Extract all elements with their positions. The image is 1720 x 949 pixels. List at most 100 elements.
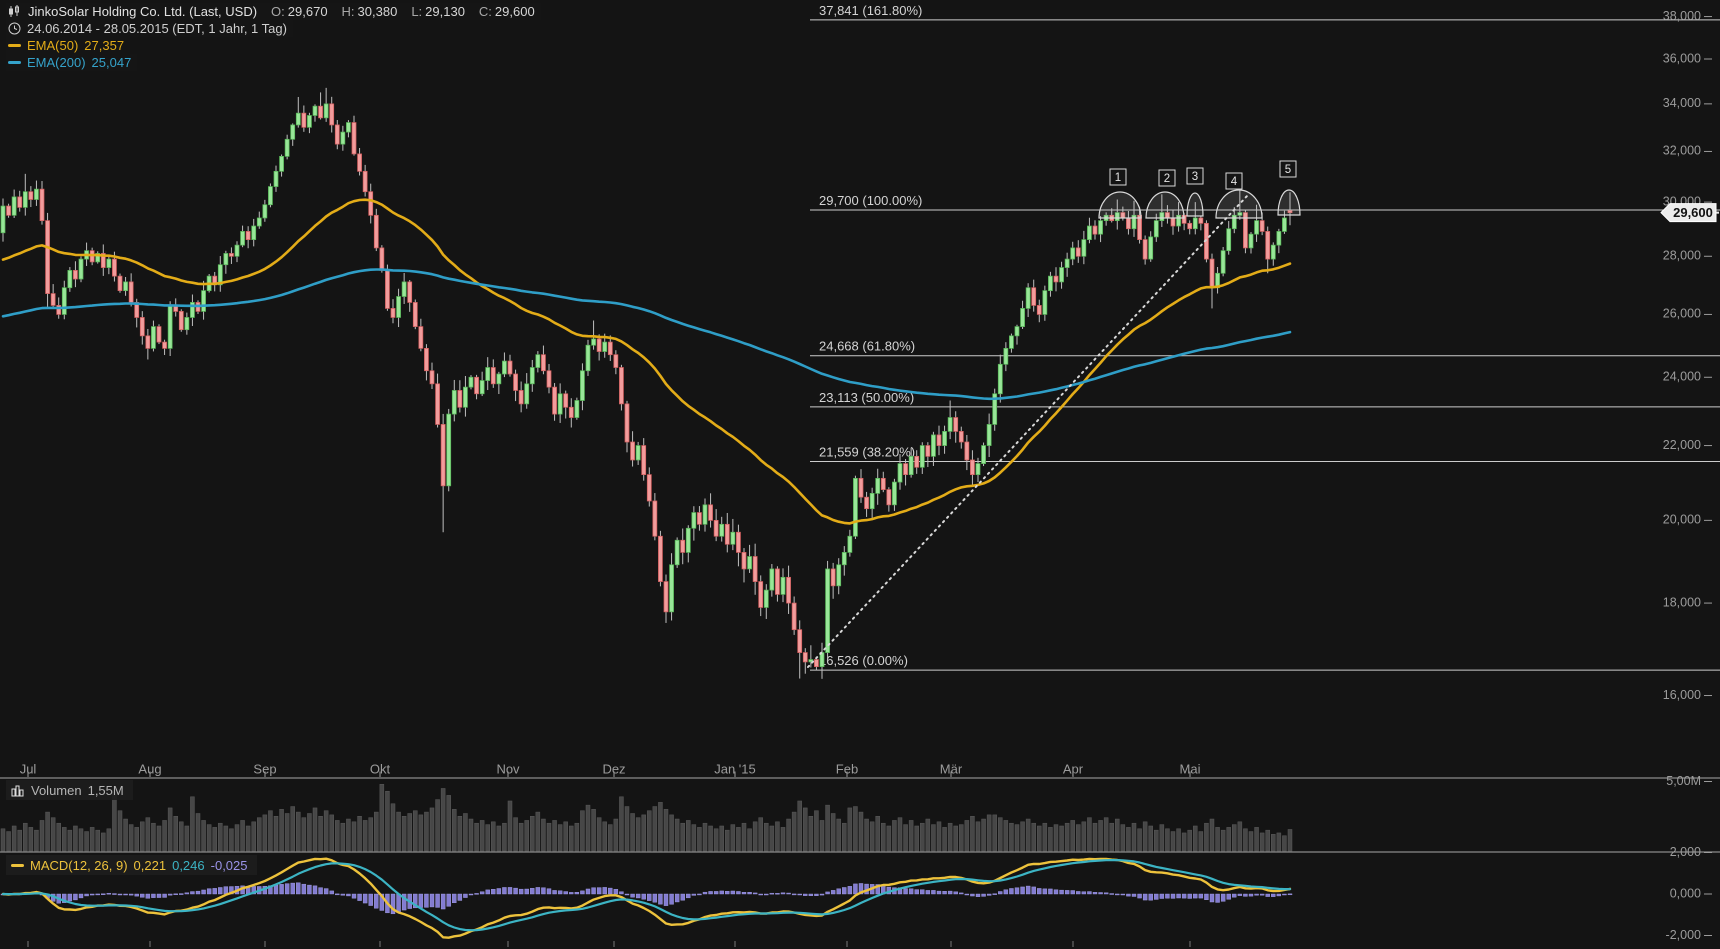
volume-bar (725, 830, 729, 851)
volume-bar (1009, 823, 1013, 851)
candle-body (525, 384, 529, 404)
volume-bar (853, 807, 857, 851)
volume-bar (380, 784, 384, 851)
ema50-legend: EMA(50) 27,357 (6, 37, 130, 54)
svg-text:23,113 (50.00%): 23,113 (50.00%) (819, 390, 914, 405)
candle-body (853, 478, 857, 536)
top-number: 3 (1192, 171, 1198, 183)
volume-bar (146, 818, 150, 851)
candle-body (229, 253, 233, 256)
candle-body (887, 490, 891, 505)
ema200-swatch (8, 61, 21, 64)
volume-bar (931, 825, 935, 851)
candle-body (46, 221, 50, 294)
volume-bar (174, 816, 178, 851)
trendline[interactable] (808, 196, 1247, 667)
candle-body (536, 355, 540, 368)
volume-bar (12, 826, 16, 851)
volume-value: 1,55M (88, 783, 124, 798)
candle-body (358, 154, 362, 171)
candle-body (7, 206, 11, 215)
volume-bar (675, 819, 679, 851)
candle-body (586, 345, 590, 371)
macd-histogram-bar (564, 892, 568, 894)
candle-body (553, 387, 557, 414)
volume-bar (502, 823, 506, 851)
volume-bar (814, 811, 818, 851)
macd-histogram-bar (536, 887, 540, 894)
candle-body (826, 569, 830, 653)
candle-body (592, 339, 596, 345)
svg-text:21,559 (38.20%): 21,559 (38.20%) (819, 444, 915, 459)
volume-bar (876, 816, 880, 851)
volume-bar (62, 827, 66, 851)
volume-bar (29, 827, 33, 851)
ema200-label: EMA(200) (27, 55, 86, 70)
macd-histogram-bar (324, 889, 328, 894)
volume-bar (319, 816, 323, 851)
macd-histogram-bar (1126, 894, 1130, 896)
candle-body (1260, 221, 1264, 232)
macd-histogram-bar (748, 892, 752, 894)
volume-bar (246, 826, 250, 851)
volume-bar (346, 819, 350, 851)
candle-body (1149, 237, 1153, 259)
candle-body (402, 282, 406, 297)
candle-body (263, 205, 267, 218)
volume-bar (987, 815, 991, 851)
macd-histogram-bar (937, 891, 941, 894)
volume-bar (993, 815, 997, 851)
volume-bar (397, 812, 401, 851)
macd-signal-value: 0,246 (172, 858, 205, 873)
macd-histogram-bar (1009, 888, 1013, 894)
candle-body (436, 384, 440, 425)
macd-histogram-bar (670, 894, 674, 904)
candle-body (530, 368, 534, 384)
candle-body (319, 106, 323, 118)
macd-histogram-bar (307, 885, 311, 894)
candle-body (1004, 348, 1008, 364)
volume-bar (1093, 823, 1097, 851)
macd-histogram-bar (792, 894, 796, 895)
volume-bar (625, 807, 629, 851)
macd-histogram-bar (1204, 894, 1208, 900)
volume-bar (1154, 830, 1158, 851)
macd-histogram-bar (614, 889, 618, 894)
volume-bar (40, 820, 44, 851)
candle-body (480, 381, 484, 394)
volume-bar (798, 801, 802, 851)
candle-body (40, 189, 44, 221)
macd-histogram-bar (597, 888, 601, 894)
candle-body (619, 368, 623, 404)
macd-histogram-bar (179, 894, 183, 895)
macd-histogram-bar (302, 884, 306, 894)
volume-bar (335, 820, 339, 851)
candle-body (1154, 221, 1158, 237)
macd-histogram-bar (809, 894, 813, 896)
volume-bar (96, 830, 100, 851)
macd-histogram-bar (1026, 886, 1030, 894)
chart-surface[interactable]: 37,841 (161.80%)29,700 (100.00%)24,668 (… (0, 0, 1720, 949)
volume-bar (586, 805, 590, 851)
volume-bar (307, 813, 311, 851)
candle-body (1210, 259, 1214, 288)
volume-bar (831, 813, 835, 851)
candle-body (848, 536, 852, 552)
macd-histogram-bar (982, 894, 986, 896)
candle-body (614, 355, 618, 368)
volume-bar (107, 829, 111, 851)
axis-tick-label: 2,000 (1670, 845, 1701, 859)
volume-bar (536, 812, 540, 851)
axis-tick-label: 20,000 (1663, 513, 1701, 527)
volume-bar (714, 829, 718, 851)
candle-body (675, 540, 679, 565)
macd-swatch (11, 864, 24, 867)
macd-histogram-bar (993, 894, 997, 895)
candle-body (1037, 305, 1041, 314)
macd-histogram-bar (146, 894, 150, 898)
candle-body (759, 582, 763, 608)
macd-histogram-bar (1076, 891, 1080, 894)
volume-bar (731, 825, 735, 851)
volume-bar (324, 811, 328, 851)
volume-bar (358, 816, 362, 851)
